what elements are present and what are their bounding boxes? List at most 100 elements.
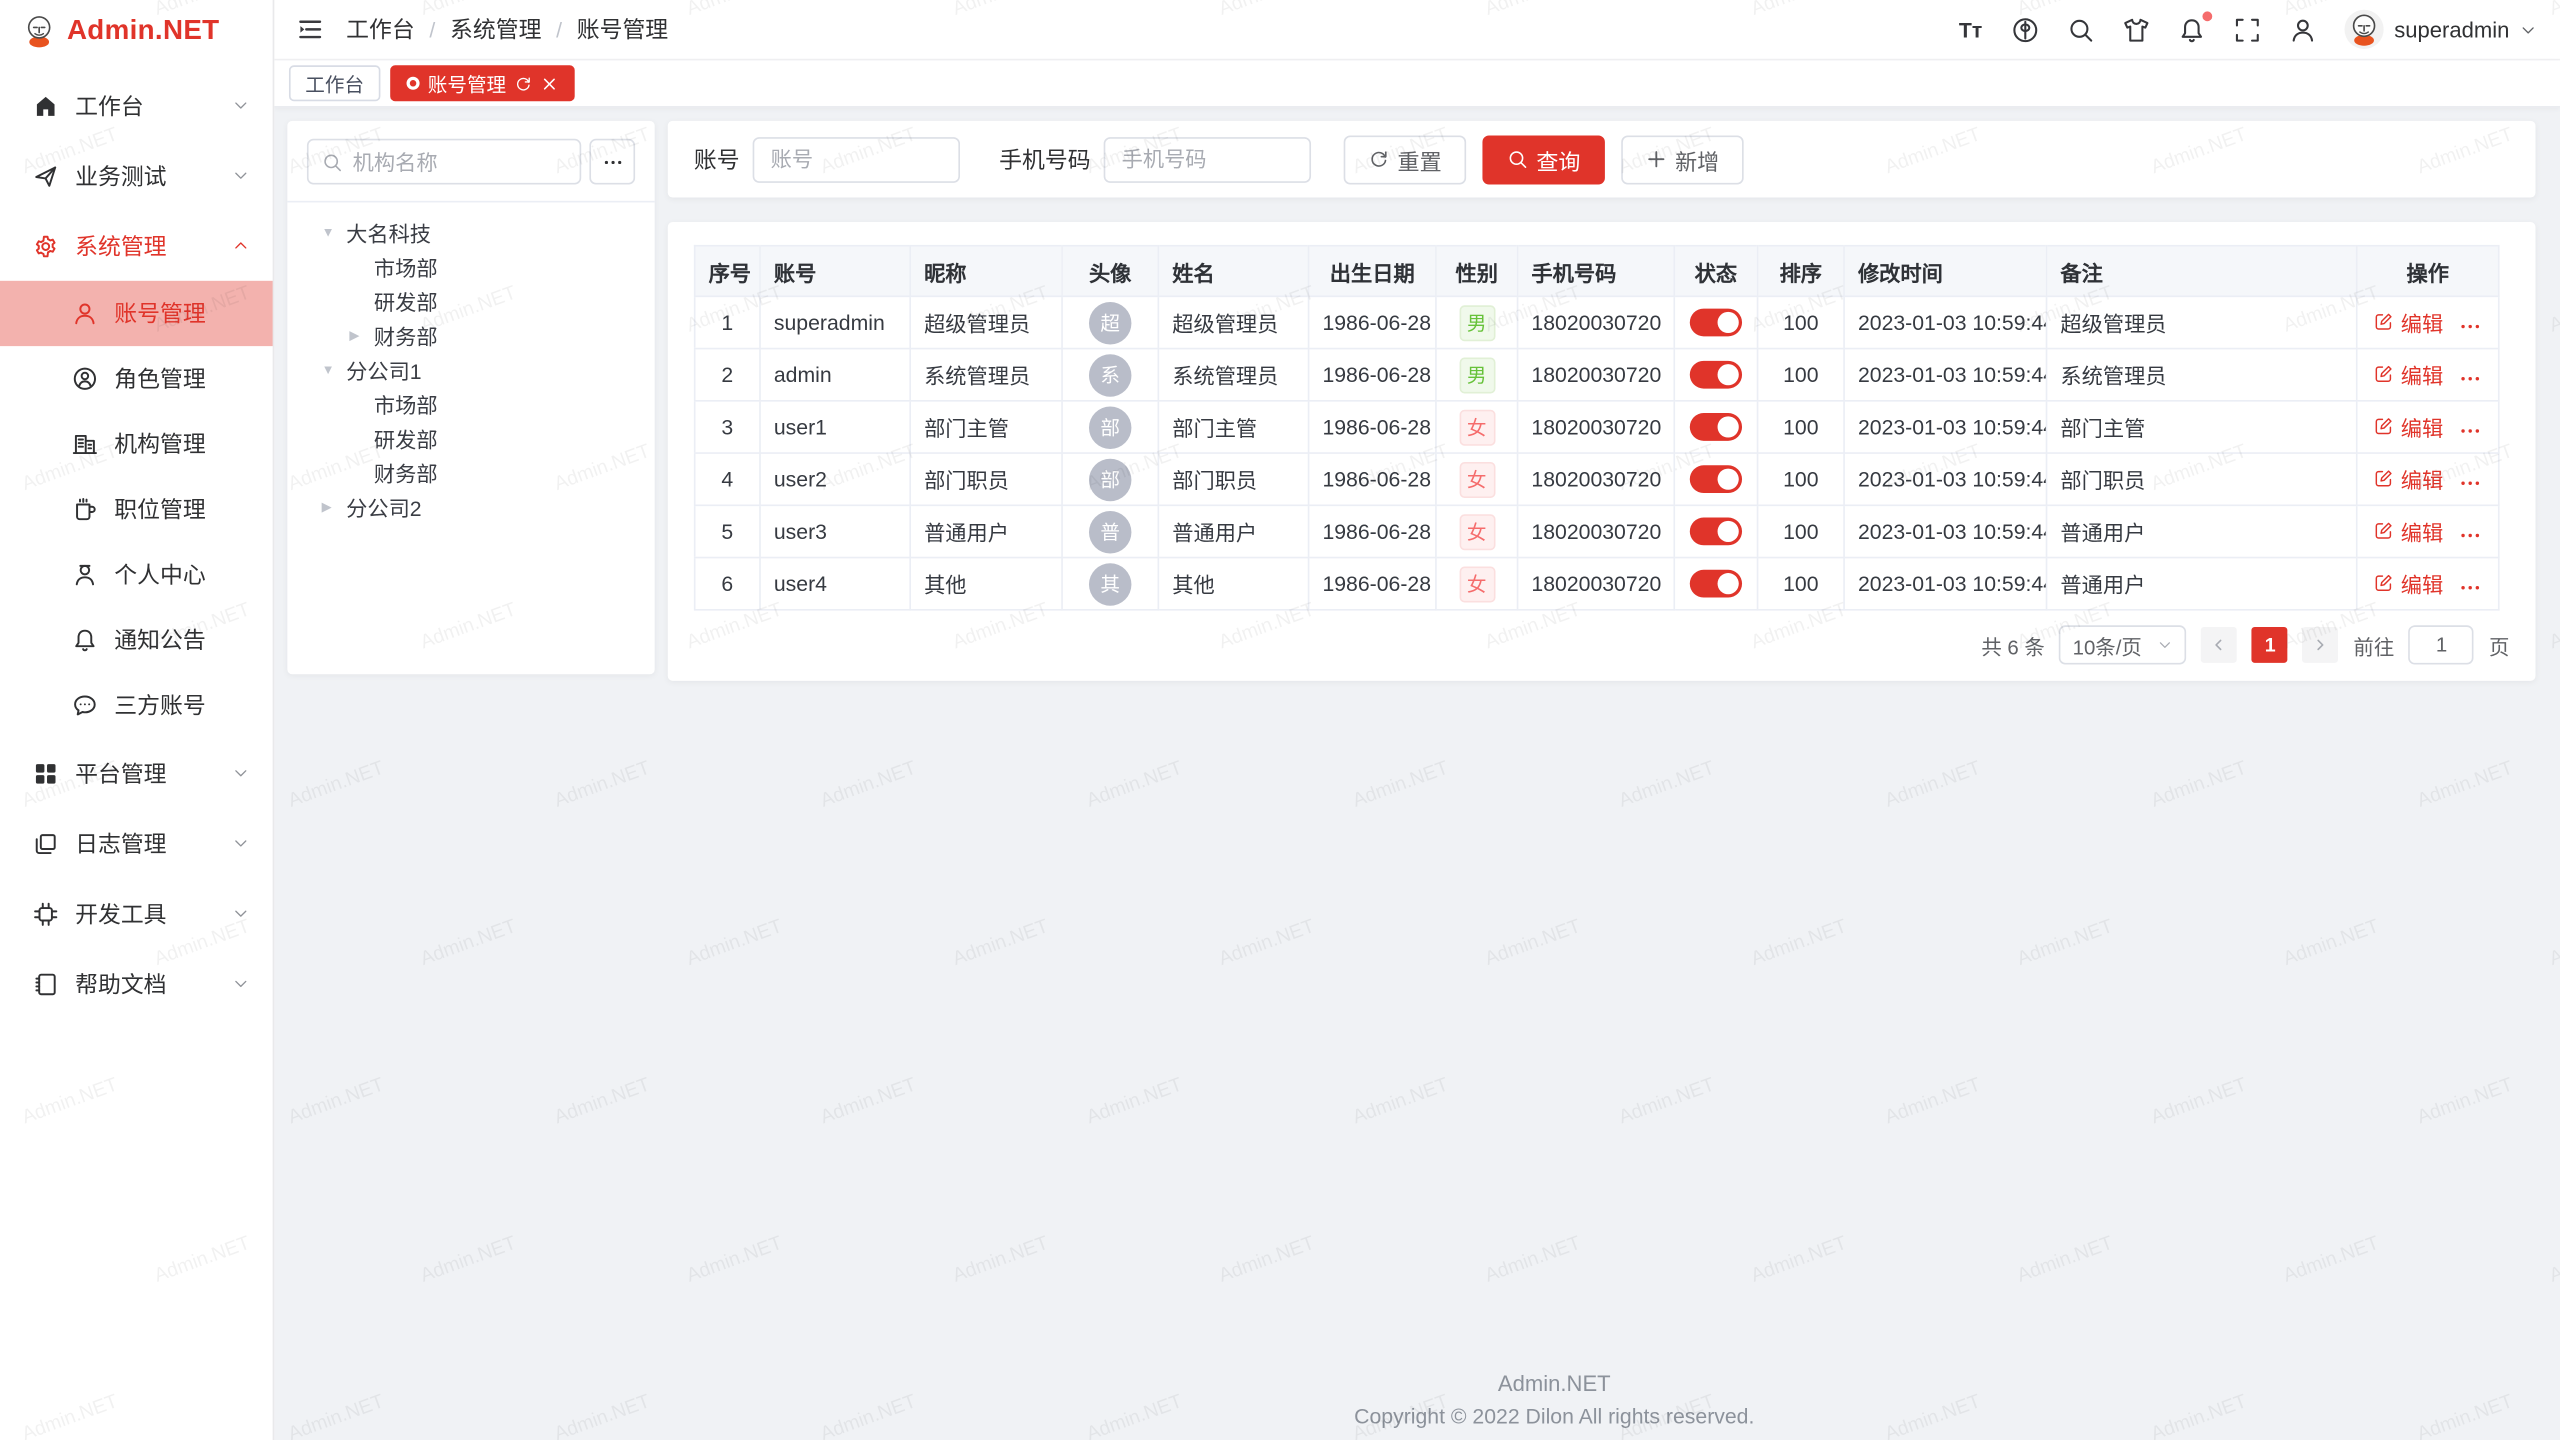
status-toggle[interactable] xyxy=(1690,361,1742,389)
sidebar-subitem[interactable]: 账号管理 xyxy=(0,281,273,346)
edit-icon xyxy=(2375,313,2395,333)
sidebar-item[interactable]: 系统管理 xyxy=(0,211,273,281)
edit-button[interactable]: 编辑 xyxy=(2375,359,2444,390)
edit-button[interactable]: 编辑 xyxy=(2375,411,2444,442)
goto-page-input[interactable] xyxy=(2409,625,2474,664)
edit-button[interactable]: 编辑 xyxy=(2375,568,2444,599)
chevron-down-icon xyxy=(2158,637,2174,653)
account-input[interactable] xyxy=(753,136,960,182)
sidebar-item-label: 帮助文档 xyxy=(75,967,232,1000)
notification-bell-icon[interactable] xyxy=(2179,16,2207,44)
topbar-actions: Tт superadmin xyxy=(1957,10,2537,49)
user-avatar xyxy=(2345,10,2384,49)
tab-close-icon[interactable] xyxy=(540,74,558,92)
sidebar-item[interactable]: 日志管理 xyxy=(0,808,273,878)
tree-caret-icon[interactable]: ▼ xyxy=(322,225,346,240)
tree-node[interactable]: 市场部 xyxy=(287,250,654,284)
tree-node[interactable]: ▼分公司1 xyxy=(287,353,654,387)
sidebar-subitem[interactable]: 个人中心 xyxy=(0,542,273,607)
tree-node[interactable]: ▶财务部 xyxy=(287,318,654,352)
breadcrumb-item[interactable]: 账号管理 xyxy=(577,13,668,46)
sidebar-subitem[interactable]: 角色管理 xyxy=(0,346,273,411)
search-icon xyxy=(1507,149,1528,170)
tree-node[interactable]: 研发部 xyxy=(287,421,654,455)
status-toggle[interactable] xyxy=(1690,570,1742,598)
tree-node[interactable]: 市场部 xyxy=(287,387,654,421)
status-toggle[interactable] xyxy=(1690,518,1742,546)
column-header-index: 序号 xyxy=(695,246,760,297)
search-icon[interactable] xyxy=(2068,16,2096,44)
sidebar-item[interactable]: 平台管理 xyxy=(0,738,273,808)
edit-button[interactable]: 编辑 xyxy=(2375,307,2444,338)
sidebar: Admin.NET 工作台业务测试系统管理账号管理角色管理机构管理职位管理个人中… xyxy=(0,0,274,1440)
phone-input[interactable] xyxy=(1104,136,1311,182)
sidebar-item[interactable]: 业务测试 xyxy=(0,140,273,210)
tree-node[interactable]: 财务部 xyxy=(287,456,654,490)
prev-page-button[interactable] xyxy=(2202,627,2238,663)
edit-button[interactable]: 编辑 xyxy=(2375,464,2444,495)
ellipsis-icon[interactable] xyxy=(2458,472,2481,495)
theme-icon[interactable] xyxy=(2123,16,2151,44)
column-header-account: 账号 xyxy=(760,246,910,297)
cell-gender: 男 xyxy=(1436,296,1518,348)
edit-button-label: 编辑 xyxy=(2401,307,2443,338)
ellipsis-icon[interactable] xyxy=(2458,420,2481,443)
add-button[interactable]: 新增 xyxy=(1621,135,1743,184)
ellipsis-icon[interactable] xyxy=(2458,576,2481,599)
sidebar-subitem[interactable]: 职位管理 xyxy=(0,477,273,542)
status-toggle[interactable] xyxy=(1690,413,1742,441)
sidebar-subitem-label: 职位管理 xyxy=(114,493,250,526)
font-size-icon[interactable]: Tт xyxy=(1957,16,1985,44)
tree-node[interactable]: ▶分公司2 xyxy=(287,490,654,524)
ellipsis-icon[interactable] xyxy=(2458,367,2481,390)
page-number-button[interactable]: 1 xyxy=(2252,627,2288,663)
sidebar-item[interactable]: 工作台 xyxy=(0,70,273,140)
gear-icon xyxy=(33,233,59,259)
cell-account: admin xyxy=(760,349,910,401)
tab[interactable]: 账号管理 xyxy=(390,65,575,101)
cell-remark: 普通用户 xyxy=(2047,505,2357,557)
page-size-select[interactable]: 10条/页 xyxy=(2060,625,2187,664)
breadcrumb-item[interactable]: 工作台 xyxy=(346,13,415,46)
status-toggle[interactable] xyxy=(1690,309,1742,337)
next-page-button[interactable] xyxy=(2303,627,2339,663)
tab-refresh-icon[interactable] xyxy=(514,74,532,92)
cell-gender: 男 xyxy=(1436,349,1518,401)
status-toggle[interactable] xyxy=(1690,465,1742,493)
tree-caret-icon[interactable]: ▶ xyxy=(349,328,373,343)
logo[interactable]: Admin.NET xyxy=(0,0,273,60)
edit-button[interactable]: 编辑 xyxy=(2375,516,2444,547)
org-search-input[interactable] xyxy=(353,149,567,173)
ellipsis-icon[interactable] xyxy=(2458,315,2481,338)
org-tree-more-button[interactable] xyxy=(589,139,635,185)
user-menu[interactable]: superadmin xyxy=(2345,10,2537,49)
tree-node[interactable]: 研发部 xyxy=(287,284,654,318)
sidebar-item[interactable]: 开发工具 xyxy=(0,878,273,948)
sidebar-subitem[interactable]: 三方账号 xyxy=(0,673,273,738)
tree-node[interactable]: ▼大名科技 xyxy=(287,216,654,250)
breadcrumb-item[interactable]: 系统管理 xyxy=(450,13,541,46)
collapse-sidebar-icon[interactable] xyxy=(297,16,323,42)
tree-caret-icon[interactable]: ▼ xyxy=(322,362,346,377)
sidebar-subitem[interactable]: 机构管理 xyxy=(0,411,273,476)
chevron-down-icon xyxy=(232,904,250,922)
sidebar-subitem-label: 账号管理 xyxy=(114,297,250,330)
query-button[interactable]: 查询 xyxy=(1482,135,1604,184)
sidebar-subitem[interactable]: 通知公告 xyxy=(0,607,273,672)
ellipsis-icon[interactable] xyxy=(2458,524,2481,547)
reset-button[interactable]: 重置 xyxy=(1344,135,1466,184)
chevron-down-icon xyxy=(232,96,250,114)
accounts-table: 序号账号昵称头像姓名出生日期性别手机号码状态排序修改时间备注操作1superad… xyxy=(694,245,2500,611)
fullscreen-icon[interactable] xyxy=(2234,16,2262,44)
profile-icon xyxy=(72,562,98,588)
tab[interactable]: 工作台 xyxy=(289,65,380,101)
user-icon[interactable] xyxy=(2290,16,2318,44)
sidebar-item[interactable]: 帮助文档 xyxy=(0,949,273,1019)
cell-name: 普通用户 xyxy=(1158,505,1308,557)
tree-caret-icon[interactable]: ▶ xyxy=(322,500,346,515)
cell-name: 部门主管 xyxy=(1158,401,1308,453)
org-icon xyxy=(72,431,98,457)
cell-modified: 2023-01-03 10:59:44 xyxy=(1844,558,2046,610)
language-icon[interactable] xyxy=(2012,16,2040,44)
cell-nickname: 超级管理员 xyxy=(910,296,1062,348)
